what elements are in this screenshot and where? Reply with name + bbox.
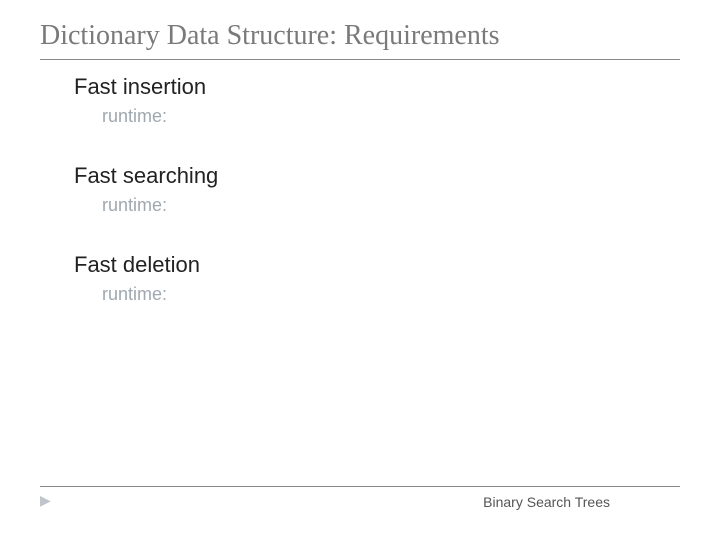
item-row: Fast deletion: [46, 252, 680, 278]
list-item: Fast searching runtime:: [46, 163, 680, 216]
footer-divider: [40, 486, 680, 487]
sub-item-label: runtime:: [102, 195, 167, 216]
list-item: Fast deletion runtime:: [46, 252, 680, 305]
item-row: Fast insertion: [46, 74, 680, 100]
item-row: Fast searching: [46, 163, 680, 189]
list-item: Fast insertion runtime:: [46, 74, 680, 127]
sub-item-label: runtime:: [102, 106, 167, 127]
footer-text: Binary Search Trees: [483, 494, 610, 510]
sub-item-row: runtime:: [80, 284, 680, 305]
footer-row: ▶ Binary Search Trees: [40, 493, 680, 510]
item-label: Fast insertion: [74, 74, 206, 100]
item-label: Fast searching: [74, 163, 218, 189]
item-label: Fast deletion: [74, 252, 200, 278]
play-icon: ▶: [40, 493, 51, 510]
sub-item-row: runtime:: [80, 106, 680, 127]
content-area: Fast insertion runtime: Fast searching r…: [40, 74, 680, 305]
sub-item-label: runtime:: [102, 284, 167, 305]
slide-title: Dictionary Data Structure: Requirements: [40, 18, 680, 53]
slide-footer: ▶ Binary Search Trees: [40, 486, 680, 510]
title-divider: [40, 59, 680, 60]
sub-item-row: runtime:: [80, 195, 680, 216]
